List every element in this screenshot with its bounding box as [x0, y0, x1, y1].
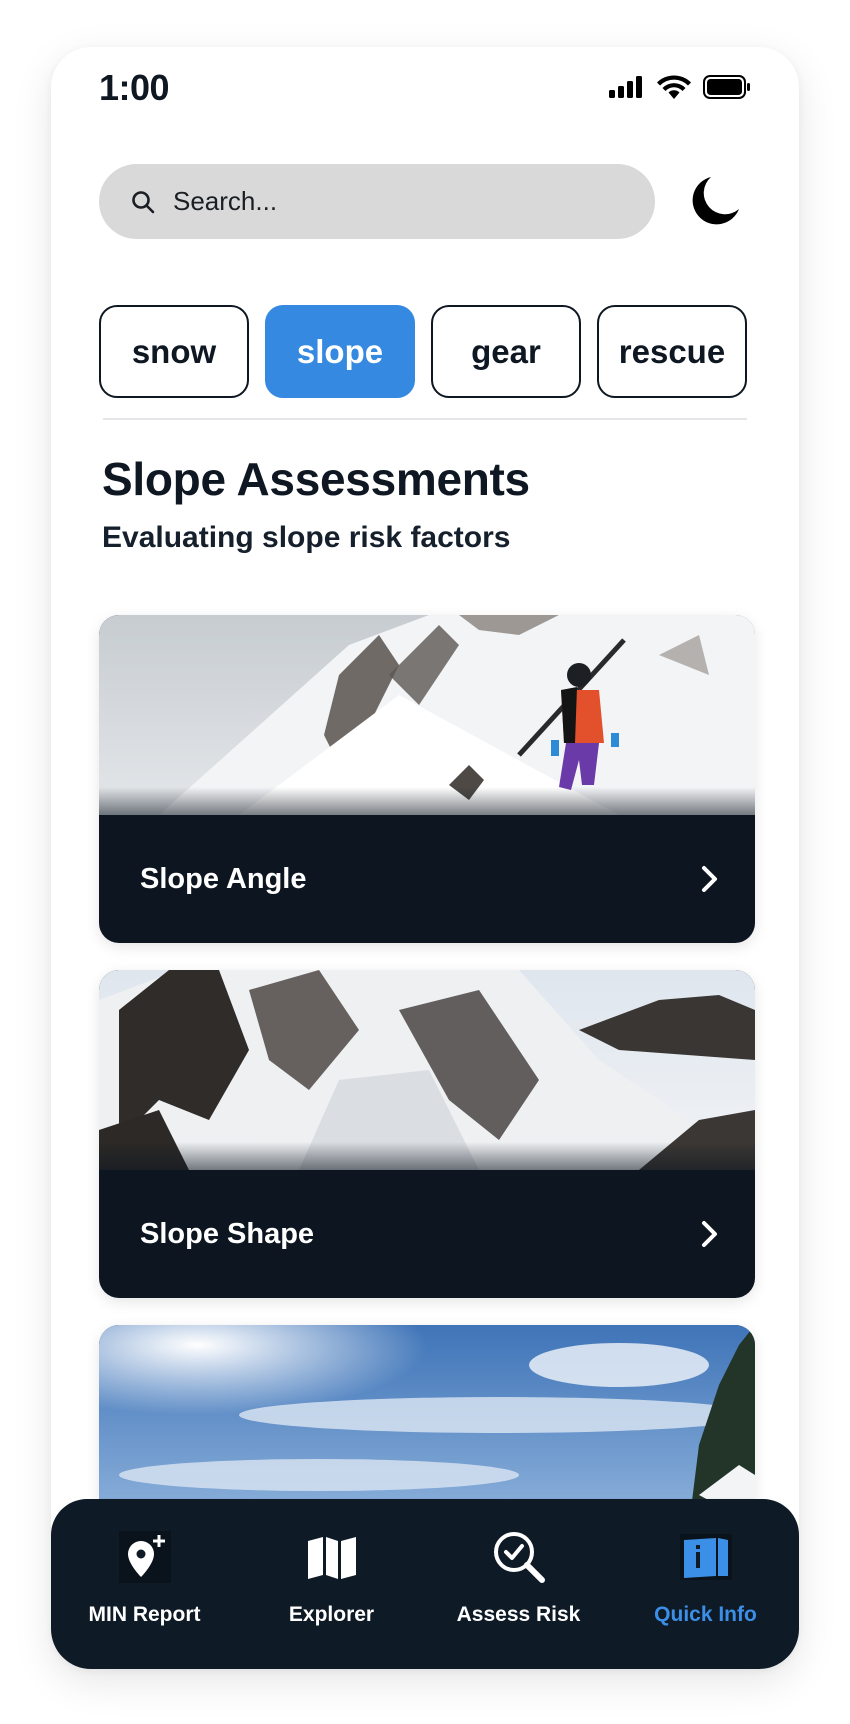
card-bar: Slope Shape [99, 1170, 755, 1298]
map-pin-plus-icon [118, 1531, 171, 1583]
nav-label: Quick Info [654, 1603, 757, 1626]
wifi-icon [657, 75, 691, 99]
page-title: Slope Assessments [102, 453, 530, 505]
signal-icon [609, 76, 642, 98]
info-book-icon [679, 1534, 732, 1580]
nav-label: MIN Report [88, 1603, 201, 1626]
category-chips: snow slope gear rescue [99, 305, 747, 398]
card-title: Slope Angle [140, 862, 307, 895]
divider [103, 418, 747, 420]
search-icon [132, 190, 155, 213]
chevron-right-icon [702, 1221, 717, 1247]
chip-snow[interactable]: snow [99, 305, 249, 398]
chip-rescue[interactable]: rescue [597, 305, 747, 398]
card-image-sky [99, 1325, 755, 1525]
card-slope-shape[interactable]: Slope Shape [99, 970, 755, 1298]
nav-min-report[interactable]: MIN Report [51, 1499, 238, 1669]
chevron-right-icon [702, 866, 717, 892]
nav-label: Assess Risk [456, 1603, 581, 1626]
chip-gear[interactable]: gear [431, 305, 581, 398]
page-subtitle: Evaluating slope risk factors [102, 521, 511, 554]
nav-label: Explorer [288, 1603, 375, 1626]
nav-quick-info[interactable]: Quick Info [612, 1499, 799, 1669]
card-slope-angle[interactable]: Slope Angle [99, 615, 755, 943]
chip-slope[interactable]: slope [265, 305, 415, 398]
card-image-skier [99, 615, 755, 815]
status-time: 1:00 [99, 67, 170, 108]
card-weather[interactable] [99, 1325, 755, 1525]
search-bar[interactable] [99, 164, 655, 239]
status-icons [609, 75, 751, 99]
search-check-icon [493, 1532, 545, 1583]
card-bar: Slope Angle [99, 815, 755, 943]
bottom-nav: MIN Report Explorer Assess Risk Quick In… [51, 1499, 799, 1669]
card-title: Slope Shape [140, 1217, 315, 1250]
nav-explorer[interactable]: Explorer [238, 1499, 425, 1669]
search-input[interactable] [173, 186, 613, 217]
card-image-mountain [99, 970, 755, 1170]
moon-icon[interactable] [689, 175, 741, 227]
map-icon [307, 1537, 356, 1579]
phone-screen: 1:00 snow slope gear [51, 47, 799, 1669]
battery-icon [703, 75, 750, 99]
nav-assess-risk[interactable]: Assess Risk [425, 1499, 612, 1669]
